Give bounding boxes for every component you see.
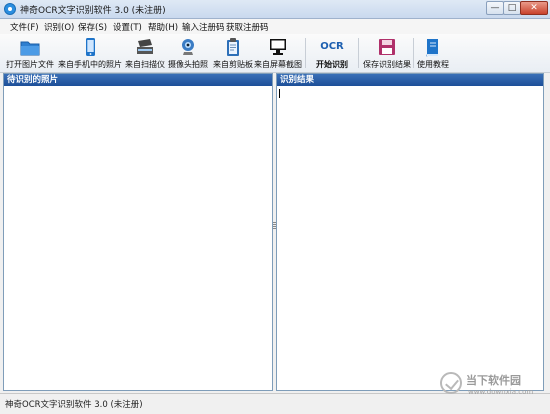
toolbar-separator [413, 38, 414, 68]
watermark-url: www.downxia.com [468, 388, 534, 396]
clipboard-icon [227, 38, 239, 56]
scanner-icon [137, 39, 153, 54]
menu-file[interactable]: 文件(F) [10, 21, 39, 33]
ocr-icon: OCR [320, 41, 344, 52]
source-image-panel-title: 待识别的照片 [4, 74, 272, 86]
maximize-button[interactable]: □ [503, 1, 521, 15]
menu-settings[interactable]: 设置(T) [113, 21, 142, 33]
text-caret [279, 89, 280, 98]
menu-enter-register-code[interactable]: 输入注册码 [182, 21, 225, 33]
toolbar: 打开图片文件 来自手机中的照片 来自扫描仪 摄像头拍照 来自剪贴板 来自屏幕截图… [0, 34, 550, 73]
clipboard-button[interactable]: 来自剪贴板 [212, 35, 254, 71]
watermark: 当下软件园 www.downxia.com [440, 370, 545, 404]
minimize-button[interactable]: — [486, 1, 504, 15]
book-icon [426, 39, 438, 57]
close-button[interactable]: ✕ [520, 1, 548, 15]
menu-get-register-code[interactable]: 获取注册码 [226, 21, 269, 33]
window-title: 神奇OCR文字识别软件 3.0 (未注册) [20, 6, 166, 16]
monitor-icon [270, 39, 286, 55]
title-bar: 神奇OCR文字识别软件 3.0 (未注册) — □ ✕ [0, 0, 550, 19]
tutorial-button[interactable]: 使用教程 [416, 35, 450, 71]
menu-save[interactable]: 保存(S) [78, 21, 107, 33]
folder-icon [20, 41, 40, 56]
status-text: 神奇OCR文字识别软件 3.0 (未注册) [5, 400, 143, 410]
webcam-icon [182, 39, 194, 55]
watermark-name: 当下软件园 [466, 374, 521, 387]
app-logo-icon [4, 3, 16, 15]
menu-recognize[interactable]: 识别(O) [44, 21, 74, 33]
from-scanner-button[interactable]: 来自扫描仪 [124, 35, 166, 71]
source-image-panel[interactable]: 待识别的照片 [3, 73, 273, 391]
menu-bar: 文件(F) 识别(O) 保存(S) 设置(T) 帮助(H) 输入注册码 获取注册… [0, 19, 550, 34]
toolbar-separator [305, 38, 306, 68]
save-result-button[interactable]: 保存识别结果 [362, 35, 412, 71]
open-file-button[interactable]: 打开图片文件 [4, 35, 56, 71]
toolbar-separator [358, 38, 359, 68]
from-phone-button[interactable]: 来自手机中的照片 [58, 35, 122, 71]
save-disk-icon [379, 39, 395, 55]
webcam-button[interactable]: 摄像头拍照 [166, 35, 210, 71]
screenshot-button[interactable]: 来自屏幕截图 [254, 35, 302, 71]
watermark-logo-icon [440, 372, 462, 394]
menu-help[interactable]: 帮助(H) [148, 21, 178, 33]
start-ocr-button[interactable]: OCR 开始识别 [310, 35, 354, 71]
phone-icon [86, 38, 95, 56]
result-panel-title: 识别结果 [277, 74, 543, 86]
result-panel[interactable]: 识别结果 [276, 73, 544, 391]
